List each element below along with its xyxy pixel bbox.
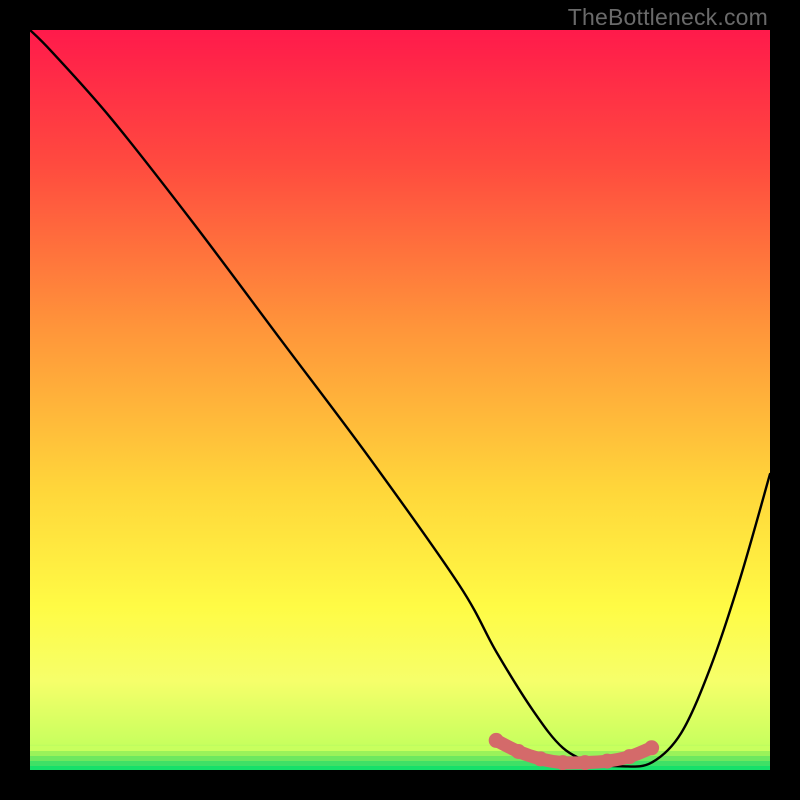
sweet-spot-dot [533, 751, 548, 766]
chart-plot [30, 30, 770, 770]
sweet-spot-dot [489, 733, 504, 748]
sweet-spot-dot [622, 749, 637, 764]
sweet-spot-dot [600, 754, 615, 769]
chart-background [30, 30, 770, 770]
sweet-spot-dot [644, 740, 659, 755]
sweet-spot-dot [511, 744, 526, 759]
watermark-text: TheBottleneck.com [568, 4, 768, 31]
chart-frame [30, 30, 770, 770]
sweet-spot-dot [555, 755, 570, 770]
sweet-spot-dot [578, 755, 593, 770]
